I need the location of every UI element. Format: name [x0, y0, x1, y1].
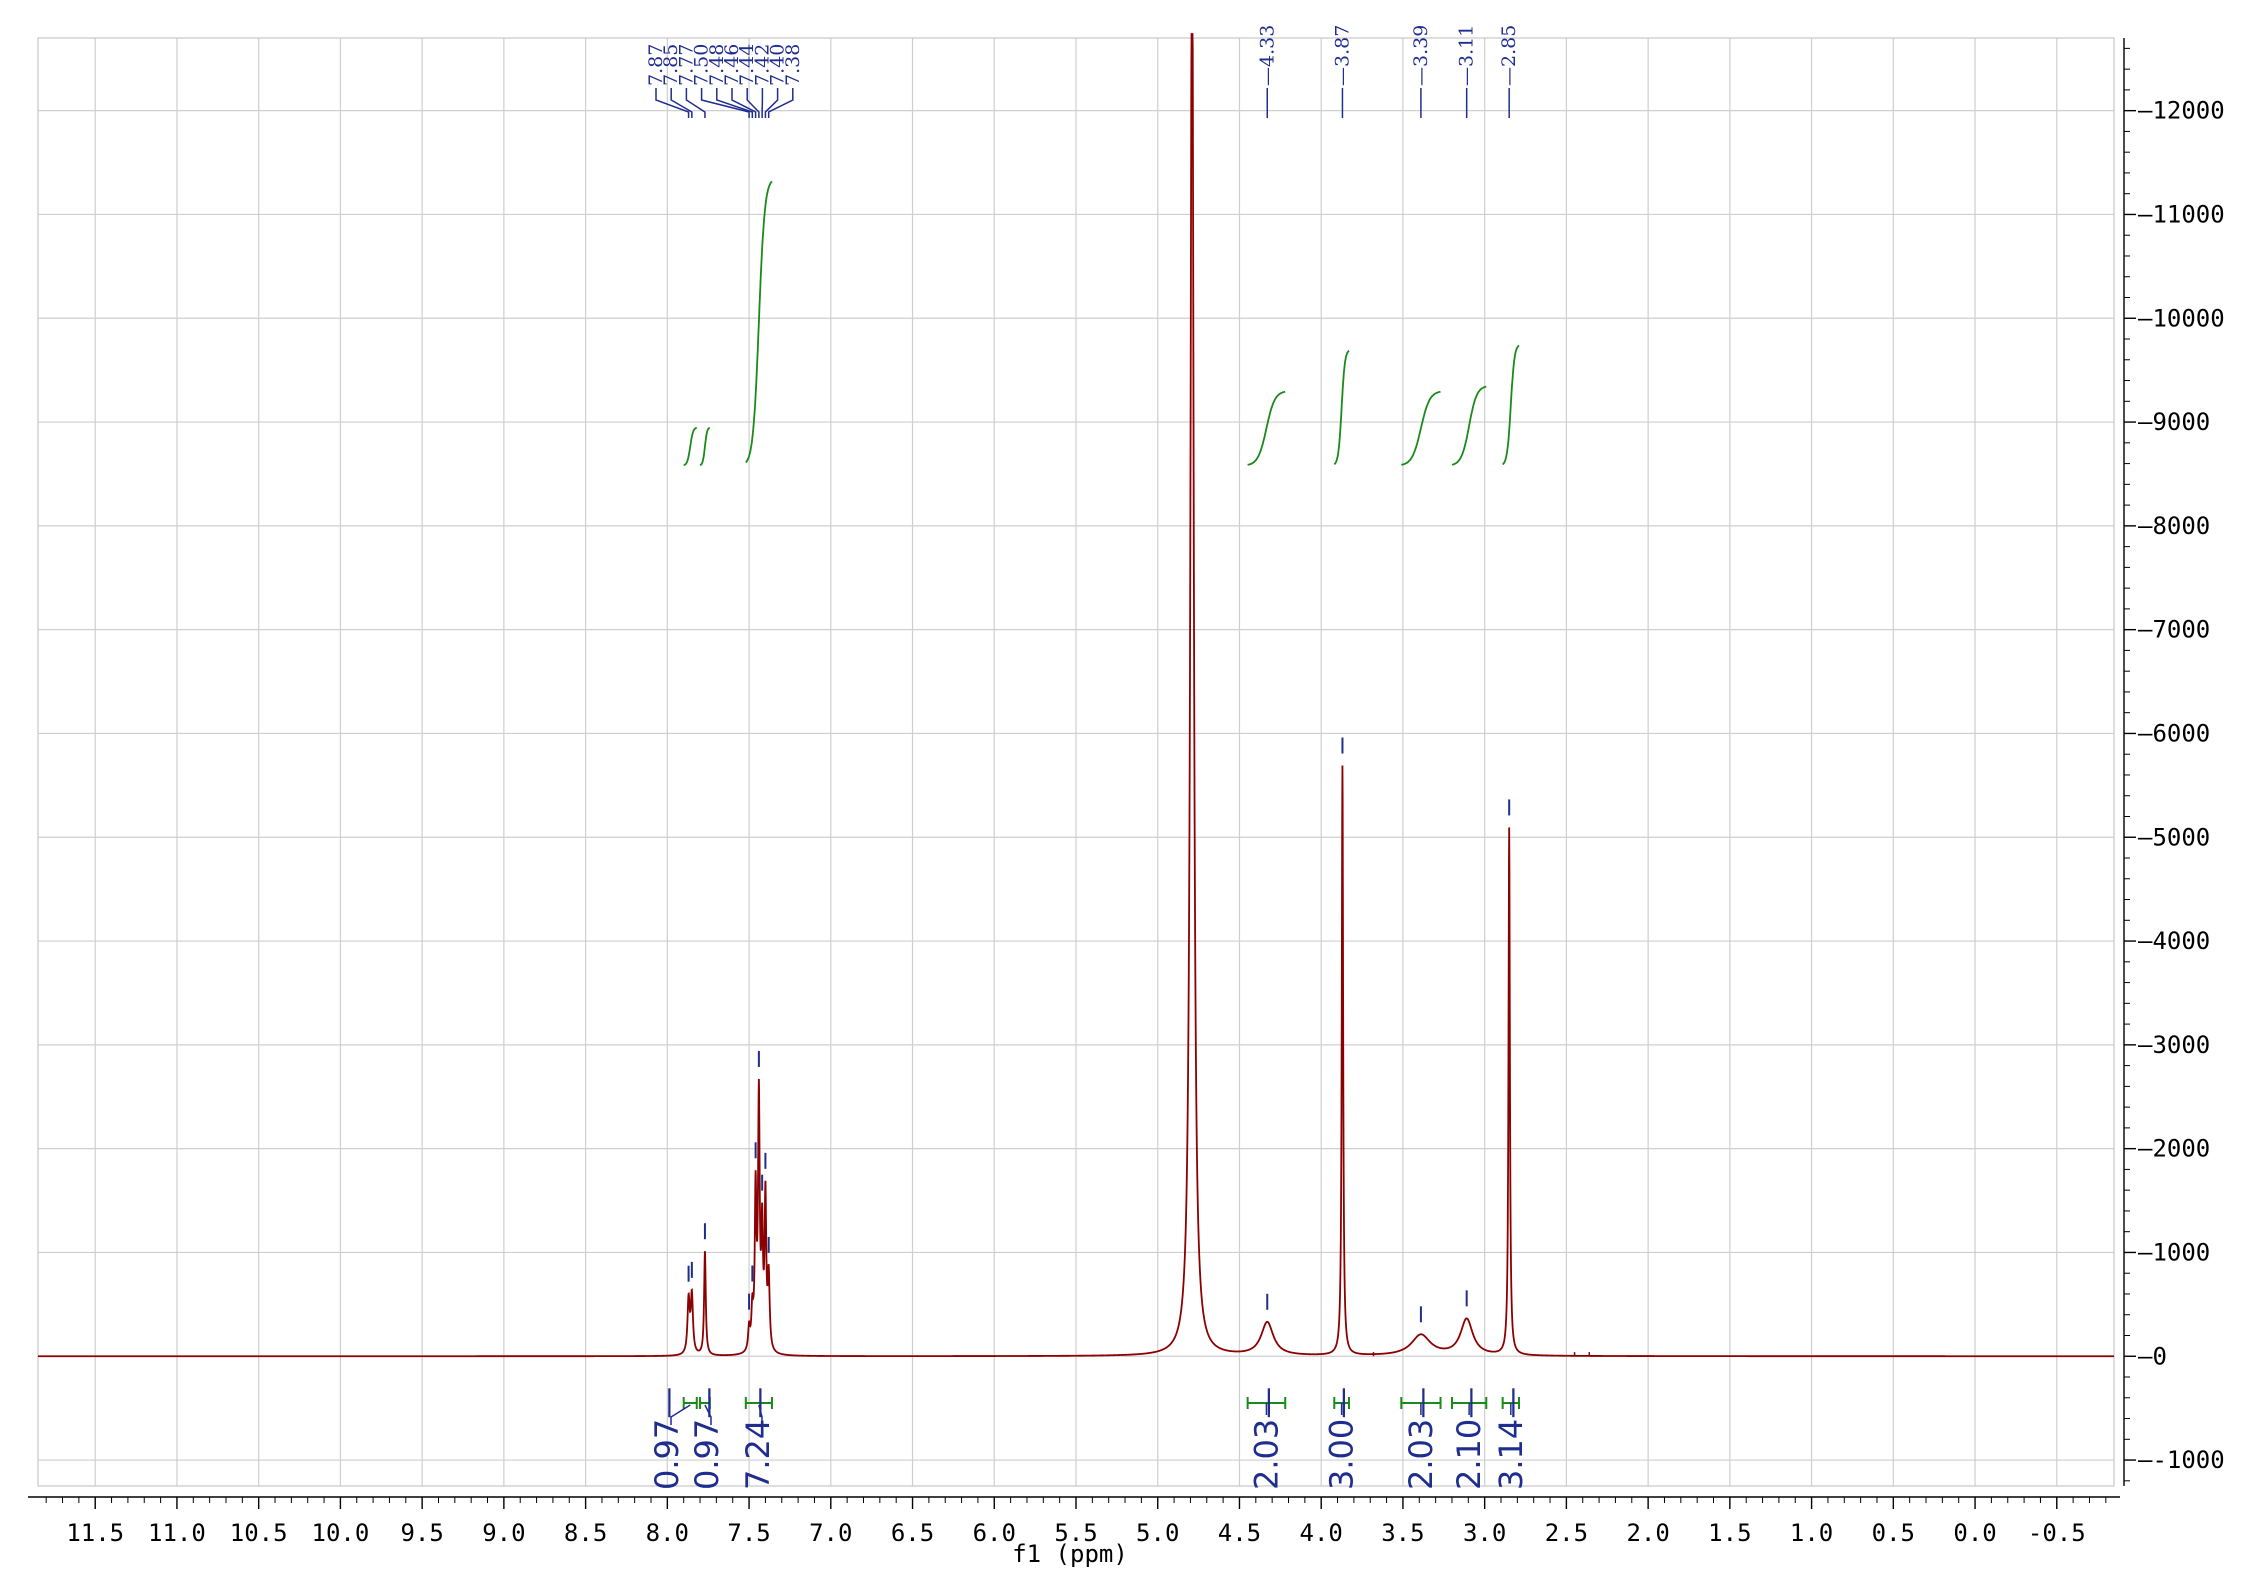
x-tick-label: 8.5 [564, 1519, 607, 1547]
x-tick-label: 7.5 [727, 1519, 770, 1547]
integral-curve [699, 426, 711, 467]
y-tick-label: —11000 [2138, 200, 2225, 228]
integral-curve [1333, 349, 1350, 466]
peak-label-leader [655, 88, 690, 118]
integral-bars: 0.97— 0.97— 7.24— 2.03— 3.00— 2.03— 2.10— 3.14— [648, 1387, 1530, 1490]
integral-value: 3.14— [1492, 1387, 1530, 1490]
peak-label: —3.87 [1331, 25, 1353, 86]
integral-value: 0.97— [688, 1387, 726, 1490]
y-tick-label: —10000 [2138, 304, 2225, 332]
x-tick-label: 2.0 [1626, 1519, 1669, 1547]
x-tick-label: 4.0 [1300, 1519, 1343, 1547]
y-tick-label: —6000 [2138, 719, 2210, 747]
x-tick-label: 0.0 [1953, 1519, 1996, 1547]
integral-curve [1401, 390, 1441, 466]
y-tick-label: —1000 [2138, 1238, 2210, 1266]
y-axis: —12000 —11000 —10000 —9000 —8000 —7000 —6000 —5… [2123, 38, 2225, 1486]
x-tick-label: 10.5 [230, 1519, 288, 1547]
x-tick-label: 4.5 [1218, 1519, 1261, 1547]
peak-label-leader [767, 88, 794, 118]
integral-value: 3.00— [1323, 1387, 1361, 1490]
y-tick-label: —8000 [2138, 512, 2210, 540]
nmr-spectrum-chart: 7.877.857.777.507.487.467.447.427.407.38… [28, 25, 2225, 1568]
x-tick-label: 1.5 [1708, 1519, 1751, 1547]
x-tick-label: 0.5 [1872, 1519, 1915, 1547]
x-tick-label: 11.5 [66, 1519, 124, 1547]
integral-value: 2.03— [1402, 1387, 1440, 1490]
y-tick-label: —12000 [2138, 97, 2225, 125]
peak-label: —3.39 [1410, 25, 1432, 86]
y-tick-label: —-1000 [2138, 1446, 2225, 1474]
x-axis-title: f1 (ppm) [1012, 1540, 1128, 1568]
x-tick-label: 10.0 [312, 1519, 370, 1547]
y-tick-label: —9000 [2138, 408, 2210, 436]
peak-label-leader [764, 88, 779, 118]
integral-value: 7.24— [739, 1387, 777, 1490]
integral-value: 2.10— [1450, 1387, 1488, 1490]
y-tick-label: —2000 [2138, 1135, 2210, 1163]
x-tick-label: 5.0 [1136, 1519, 1179, 1547]
peak-label: —4.33 [1256, 25, 1278, 86]
integral-value: 0.97— [648, 1387, 686, 1490]
peak-label: —3.11 [1456, 25, 1478, 86]
peak-labels: 7.877.857.777.507.487.467.447.427.407.38… [645, 25, 1520, 1323]
peak-label: 7.38 [782, 44, 804, 86]
y-tick-label: —7000 [2138, 616, 2210, 644]
x-tick-label: 3.5 [1381, 1519, 1424, 1547]
integral-curve [1502, 344, 1520, 466]
integral-value: 2.03— [1247, 1387, 1285, 1490]
x-tick-label: 11.0 [148, 1519, 206, 1547]
y-tick-label: —5000 [2138, 823, 2210, 851]
y-tick-label: —0 [2138, 1342, 2167, 1370]
y-tick-label: —4000 [2138, 927, 2210, 955]
integral-curve [745, 180, 773, 464]
peak-label: —2.85 [1498, 25, 1520, 86]
x-tick-label: -0.5 [2028, 1519, 2086, 1547]
x-tick-label: 6.5 [891, 1519, 934, 1547]
integral-curve [683, 426, 698, 467]
x-tick-label: 9.5 [400, 1519, 443, 1547]
integral-curve [1451, 385, 1487, 466]
x-tick-label: 1.0 [1790, 1519, 1833, 1547]
x-tick-label: 8.0 [646, 1519, 689, 1547]
x-tick-label: 2.5 [1545, 1519, 1588, 1547]
integral-curve [1247, 390, 1286, 466]
y-tick-label: —3000 [2138, 1031, 2210, 1059]
grid-lines [38, 38, 2114, 1486]
x-tick-label: 9.0 [482, 1519, 525, 1547]
x-tick-label: 6.0 [973, 1519, 1016, 1547]
x-tick-label: 7.0 [809, 1519, 852, 1547]
x-tick-label: 3.0 [1463, 1519, 1506, 1547]
